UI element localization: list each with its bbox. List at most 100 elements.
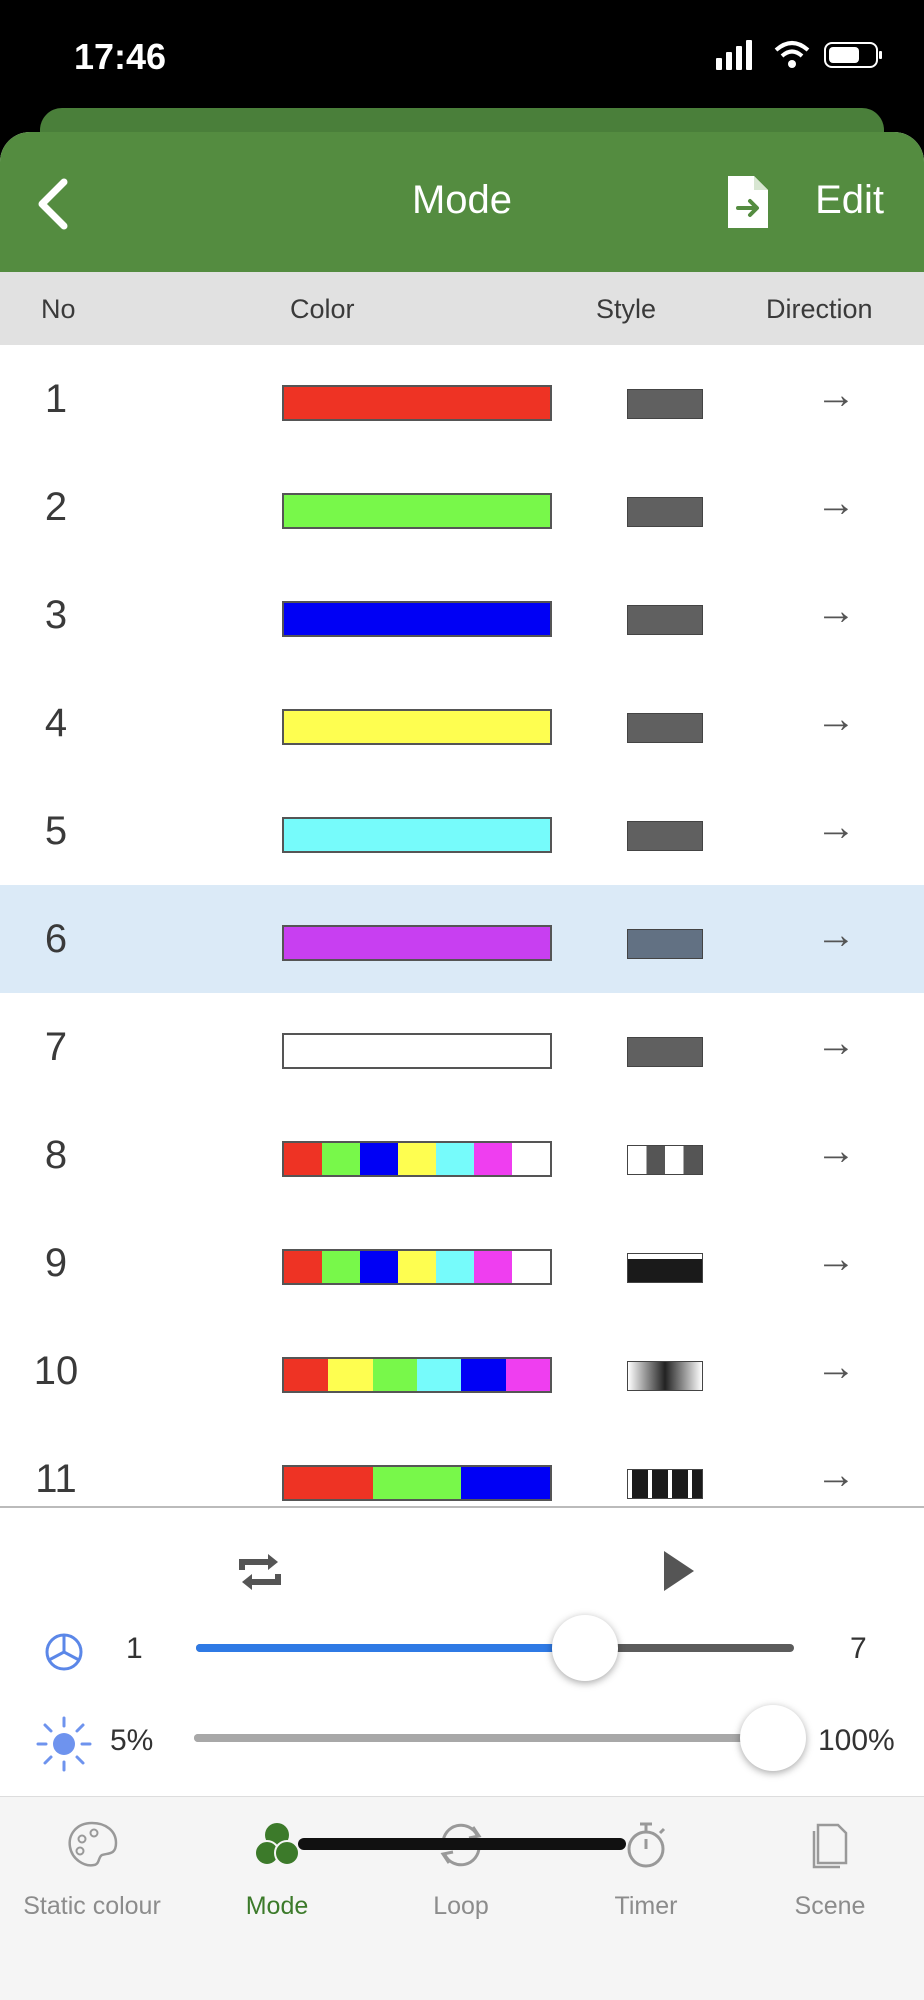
color-segment bbox=[461, 1359, 506, 1391]
color-swatch-bar bbox=[282, 1249, 552, 1285]
mode-number: 11 bbox=[35, 1457, 77, 1501]
mode-number: 3 bbox=[44, 593, 68, 637]
brightness-slider[interactable] bbox=[194, 1705, 806, 1771]
tab-loop[interactable]: Loop bbox=[371, 1817, 551, 1921]
wifi-icon bbox=[774, 41, 810, 68]
color-swatch-bar bbox=[282, 709, 552, 745]
brightness-max-label: 100% bbox=[818, 1724, 895, 1757]
mode-row[interactable]: 11 → bbox=[0, 1425, 924, 1502]
color-segment bbox=[322, 1143, 360, 1175]
tab-label: Timer bbox=[614, 1892, 678, 1920]
direction-arrow-icon[interactable]: → bbox=[805, 1345, 867, 1390]
mode-number: 10 bbox=[33, 1349, 79, 1393]
mode-row[interactable]: 1 → bbox=[0, 345, 924, 453]
color-segment bbox=[416, 1359, 462, 1391]
color-segment bbox=[372, 1467, 462, 1499]
color-swatch-bar bbox=[282, 1465, 552, 1501]
direction-arrow-icon[interactable]: → bbox=[805, 697, 867, 742]
mode-row[interactable]: 8 → bbox=[0, 1101, 924, 1209]
column-header-style: Style bbox=[596, 294, 657, 324]
color-segment bbox=[284, 603, 550, 635]
column-header-direction: Direction bbox=[766, 294, 873, 324]
tab-label: Static colour bbox=[23, 1892, 161, 1920]
status-icons bbox=[716, 40, 884, 70]
direction-arrow-icon[interactable]: → bbox=[805, 1129, 867, 1174]
nav-header: Mode Edit bbox=[0, 132, 924, 272]
rgb-circles-icon bbox=[254, 1823, 300, 1866]
brightness-icon bbox=[36, 1716, 92, 1772]
tab-label: Scene bbox=[794, 1892, 866, 1920]
mode-row[interactable]: 5 → bbox=[0, 777, 924, 885]
brightness-min-label: 5% bbox=[110, 1724, 154, 1757]
speed-slider[interactable] bbox=[196, 1615, 794, 1681]
speed-max-label: 7 bbox=[850, 1632, 867, 1665]
mode-list: 1 → 2 → 3 → 4 → 5 → 6 → 7 → 8 → 9 → 10 → 11 → bbox=[0, 345, 924, 1502]
mode-row[interactable]: 6 → bbox=[0, 885, 924, 993]
mode-number: 1 bbox=[44, 377, 68, 421]
speed-slider-thumb[interactable] bbox=[551, 1615, 618, 1681]
mode-row[interactable]: 4 → bbox=[0, 669, 924, 777]
color-segment bbox=[474, 1143, 512, 1175]
mode-number: 7 bbox=[44, 1025, 68, 1069]
document-stack-icon bbox=[812, 1823, 848, 1869]
speed-min-label: 1 bbox=[126, 1632, 143, 1665]
color-swatch-bar bbox=[282, 385, 552, 421]
repeat-icon[interactable] bbox=[236, 1550, 284, 1594]
color-swatch-bar bbox=[282, 1033, 552, 1069]
tab-scene[interactable]: Scene bbox=[740, 1817, 920, 1921]
mode-row[interactable]: 7 → bbox=[0, 993, 924, 1101]
speed-slider-fill bbox=[196, 1644, 585, 1652]
style-swatch bbox=[627, 389, 703, 419]
direction-arrow-icon[interactable]: → bbox=[805, 913, 867, 958]
style-swatch bbox=[627, 1253, 703, 1283]
direction-arrow-icon[interactable]: → bbox=[805, 589, 867, 634]
direction-arrow-icon[interactable]: → bbox=[805, 481, 867, 526]
mode-row[interactable]: 3 → bbox=[0, 561, 924, 669]
tab-static-colour[interactable]: Static colour bbox=[2, 1817, 182, 1921]
direction-arrow-icon[interactable]: → bbox=[805, 1021, 867, 1066]
tab-bar: Static colour Mode Loop Timer Scene bbox=[0, 1796, 924, 2000]
page-title: Mode bbox=[411, 178, 513, 222]
color-swatch-bar bbox=[282, 493, 552, 529]
mode-number: 5 bbox=[44, 809, 68, 853]
style-swatch bbox=[627, 1361, 703, 1391]
direction-arrow-icon[interactable]: → bbox=[805, 805, 867, 850]
mode-row[interactable]: 9 → bbox=[0, 1209, 924, 1317]
color-segment bbox=[284, 1359, 329, 1391]
color-segment bbox=[512, 1143, 550, 1175]
color-segment bbox=[284, 819, 550, 851]
color-segment bbox=[398, 1251, 436, 1283]
speed-icon bbox=[45, 1633, 83, 1671]
style-swatch bbox=[627, 1037, 703, 1067]
color-swatch-bar bbox=[282, 925, 552, 961]
status-time: 17:46 bbox=[74, 36, 167, 77]
stopwatch-icon bbox=[627, 1822, 666, 1868]
direction-arrow-icon[interactable]: → bbox=[805, 1453, 867, 1498]
battery-icon bbox=[824, 42, 882, 68]
tab-mode[interactable]: Mode bbox=[187, 1817, 367, 1921]
file-export-icon[interactable] bbox=[726, 174, 770, 230]
direction-arrow-icon[interactable]: → bbox=[805, 1237, 867, 1282]
mode-row[interactable]: 10 → bbox=[0, 1317, 924, 1425]
home-indicator bbox=[298, 1838, 626, 1850]
brightness-slider-thumb[interactable] bbox=[740, 1705, 806, 1771]
brightness-slider-fill bbox=[194, 1734, 792, 1742]
style-swatch bbox=[627, 497, 703, 527]
style-swatch bbox=[627, 605, 703, 635]
tab-timer[interactable]: Timer bbox=[556, 1817, 736, 1921]
color-segment bbox=[372, 1359, 417, 1391]
direction-arrow-icon[interactable]: → bbox=[805, 373, 867, 418]
play-icon[interactable] bbox=[660, 1548, 698, 1594]
mode-row[interactable]: 2 → bbox=[0, 453, 924, 561]
edit-button[interactable]: Edit bbox=[815, 178, 884, 223]
color-swatch-bar bbox=[282, 1357, 552, 1393]
color-swatch-bar bbox=[282, 601, 552, 637]
playback-controls: 1 7 5% 100% bbox=[0, 1506, 924, 1798]
mode-number: 6 bbox=[44, 917, 68, 961]
style-swatch bbox=[627, 713, 703, 743]
color-segment bbox=[284, 1251, 322, 1283]
color-segment bbox=[461, 1467, 551, 1499]
color-swatch-bar bbox=[282, 817, 552, 853]
tab-label: Loop bbox=[433, 1892, 489, 1920]
color-segment bbox=[436, 1143, 474, 1175]
